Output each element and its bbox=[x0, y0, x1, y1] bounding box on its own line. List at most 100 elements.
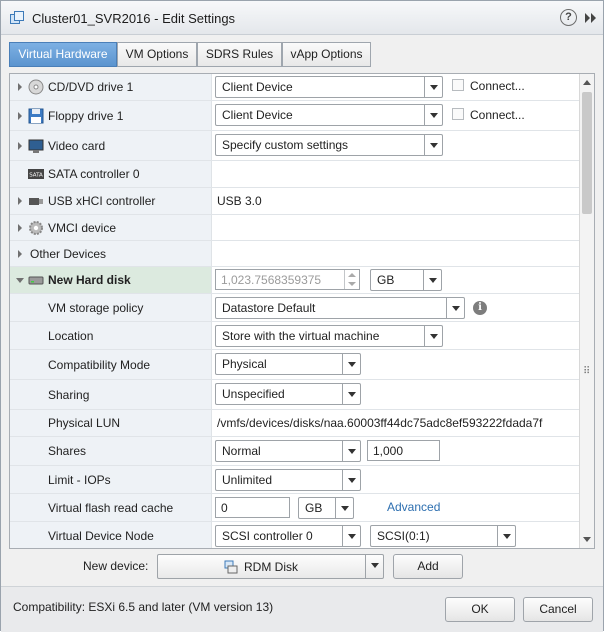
device-row-usb: USB xHCI controller USB 3.0 bbox=[10, 188, 580, 215]
device-row-new-hard-disk: New Hard disk 1,023.7568359375 GB bbox=[10, 267, 580, 294]
setting-label: Compatibility Mode bbox=[48, 357, 151, 372]
chevron-down-icon bbox=[446, 298, 464, 318]
expand-arrow-icon[interactable] bbox=[18, 111, 22, 120]
vertical-scrollbar[interactable] bbox=[579, 74, 594, 548]
tab-virtual-hardware[interactable]: Virtual Hardware bbox=[9, 42, 117, 67]
device-label: New Hard disk bbox=[48, 273, 131, 287]
tab-vm-options[interactable]: VM Options bbox=[117, 42, 197, 67]
window-title: Cluster01_SVR2016 - Edit Settings bbox=[32, 11, 236, 26]
setting-label: Virtual flash read cache bbox=[48, 500, 174, 515]
disk-row-device-node: Virtual Device Node SCSI controller 0 SC… bbox=[10, 522, 580, 548]
usb-icon bbox=[29, 198, 43, 205]
device-row-other: Other Devices bbox=[10, 241, 580, 267]
expand-arrow-icon[interactable] bbox=[18, 141, 22, 150]
disk-row-sharing: Sharing Unspecified bbox=[10, 380, 580, 410]
setting-label: Physical LUN bbox=[48, 416, 121, 430]
flash-cache-input[interactable]: 0 bbox=[215, 497, 290, 518]
info-icon[interactable]: i bbox=[473, 301, 487, 315]
dialog-footer: Compatibility: ESXi 6.5 and later (VM ve… bbox=[1, 586, 603, 632]
expand-arrow-icon[interactable] bbox=[18, 223, 22, 232]
disk-size-input[interactable]: 1,023.7568359375 bbox=[215, 269, 360, 290]
limit-iops-dropdown[interactable]: Unlimited bbox=[215, 469, 361, 491]
cddvd-connect-checkbox[interactable] bbox=[452, 79, 464, 91]
scroll-up-icon[interactable] bbox=[580, 75, 594, 89]
chevron-down-icon bbox=[342, 384, 360, 404]
storage-policy-dropdown[interactable]: Datastore Default bbox=[215, 297, 465, 319]
rdm-disk-icon bbox=[224, 560, 238, 574]
vm-icon bbox=[10, 11, 24, 24]
add-device-button[interactable]: Add bbox=[393, 554, 463, 579]
chevron-down-icon bbox=[497, 526, 515, 546]
chevron-down-icon bbox=[365, 555, 383, 578]
device-row-cddvd: CD/DVD drive 1 Client Device Connect... bbox=[10, 74, 580, 101]
chevron-down-icon bbox=[342, 441, 360, 461]
setting-label: VM storage policy bbox=[48, 300, 144, 315]
device-label: Floppy drive 1 bbox=[48, 108, 124, 123]
location-dropdown[interactable]: Store with the virtual machine bbox=[215, 325, 443, 347]
hard-disk-icon bbox=[28, 276, 44, 285]
setting-label: Location bbox=[48, 328, 94, 343]
expand-icon[interactable] bbox=[583, 10, 599, 26]
hardware-list: CD/DVD drive 1 Client Device Connect... … bbox=[9, 73, 595, 549]
disk-row-location: Location Store with the virtual machine bbox=[10, 322, 580, 350]
shares-amount-input[interactable]: 1,000 bbox=[367, 440, 440, 461]
physical-lun-value: /vmfs/devices/disks/naa.60003ff44dc75adc… bbox=[217, 416, 543, 430]
help-icon[interactable]: ? bbox=[560, 9, 577, 26]
cddvd-type-dropdown[interactable]: Client Device bbox=[215, 76, 443, 98]
svg-text:SATA: SATA bbox=[29, 173, 43, 179]
chevron-down-icon bbox=[335, 498, 353, 518]
expand-arrow-icon[interactable] bbox=[18, 249, 22, 258]
chevron-down-icon bbox=[424, 135, 442, 155]
device-label: CD/DVD drive 1 bbox=[48, 80, 134, 94]
scrollbar-thumb[interactable] bbox=[582, 92, 592, 214]
scsi-node-dropdown[interactable]: SCSI(0:1) bbox=[370, 525, 516, 547]
shares-dropdown[interactable]: Normal bbox=[215, 440, 361, 462]
floppy-connect-checkbox[interactable] bbox=[452, 108, 464, 120]
advanced-link[interactable]: Advanced bbox=[387, 500, 440, 514]
disk-row-storage-policy: VM storage policy Datastore Default i bbox=[10, 294, 580, 322]
compatibility-mode-dropdown[interactable]: Physical bbox=[215, 353, 361, 375]
floppy-type-dropdown[interactable]: Client Device bbox=[215, 104, 443, 126]
chevron-down-icon bbox=[424, 105, 442, 125]
disk-row-shares: Shares Normal 1,000 bbox=[10, 437, 580, 466]
scroll-down-icon[interactable] bbox=[580, 533, 594, 547]
new-device-dropdown[interactable]: RDM Disk bbox=[157, 554, 384, 579]
cancel-button[interactable]: Cancel bbox=[523, 597, 593, 622]
collapse-arrow-icon[interactable] bbox=[16, 278, 24, 283]
flash-cache-unit-dropdown[interactable]: GB bbox=[298, 497, 354, 519]
gear-icon bbox=[29, 220, 43, 235]
expand-arrow-icon[interactable] bbox=[18, 197, 22, 205]
resize-grip-icon[interactable]: ⠿ bbox=[583, 366, 590, 377]
video-settings-dropdown[interactable]: Specify custom settings bbox=[215, 134, 443, 156]
tab-sdrs-rules[interactable]: SDRS Rules bbox=[197, 42, 282, 67]
device-label: USB xHCI controller bbox=[48, 194, 156, 208]
setting-label: Sharing bbox=[48, 387, 90, 402]
compatibility-text: Compatibility: ESXi 6.5 and later (VM ve… bbox=[13, 600, 274, 614]
chevron-down-icon bbox=[342, 354, 360, 374]
floppy-icon bbox=[28, 108, 44, 123]
disk-row-flash-cache: Virtual flash read cache 0 GB Advanced bbox=[10, 494, 580, 522]
disk-unit-dropdown[interactable]: GB bbox=[370, 269, 442, 291]
chevron-down-icon bbox=[342, 470, 360, 490]
sata-icon: SATA bbox=[28, 169, 44, 179]
monitor-icon bbox=[28, 139, 44, 153]
chevron-down-icon bbox=[424, 77, 442, 97]
setting-label: Virtual Device Node bbox=[48, 529, 154, 543]
setting-label: Limit - IOPs bbox=[48, 472, 111, 487]
floppy-connect-label: Connect... bbox=[470, 108, 525, 122]
tab-vapp-options[interactable]: vApp Options bbox=[282, 42, 371, 67]
chevron-down-icon bbox=[423, 270, 441, 290]
cddvd-connect-label: Connect... bbox=[470, 79, 525, 93]
disk-row-compat-mode: Compatibility Mode Physical bbox=[10, 350, 580, 380]
disk-row-limit-iops: Limit - IOPs Unlimited bbox=[10, 466, 580, 494]
device-label: VMCI device bbox=[48, 220, 117, 235]
device-row-sata: SATA SATA controller 0 bbox=[10, 161, 580, 188]
device-row-floppy: Floppy drive 1 Client Device Connect... bbox=[10, 101, 580, 131]
chevron-down-icon bbox=[342, 526, 360, 546]
ok-button[interactable]: OK bbox=[445, 597, 515, 622]
expand-arrow-icon[interactable] bbox=[18, 83, 22, 91]
usb-version-value: USB 3.0 bbox=[217, 194, 262, 208]
sharing-dropdown[interactable]: Unspecified bbox=[215, 383, 361, 405]
scsi-controller-dropdown[interactable]: SCSI controller 0 bbox=[215, 525, 361, 547]
stepper-icon[interactable] bbox=[344, 270, 359, 289]
